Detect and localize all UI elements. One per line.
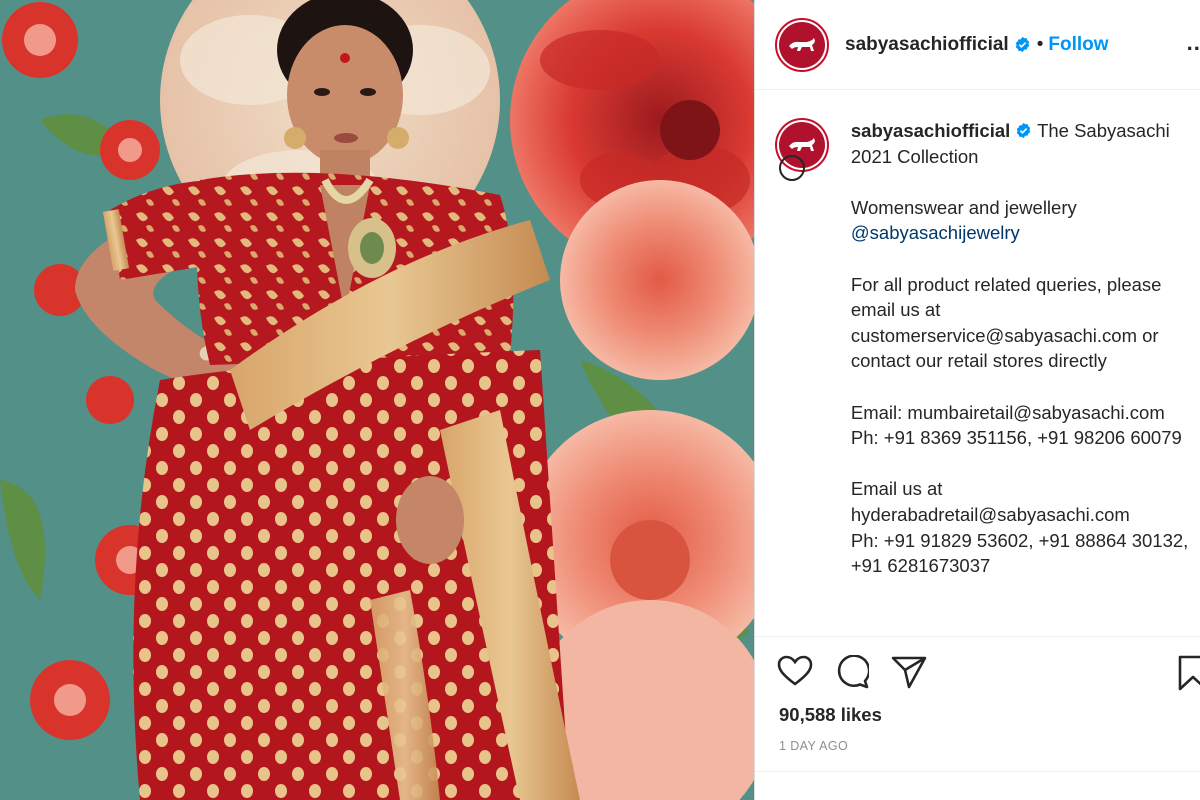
post-side-panel: sabyasachiofficial • Follow ... sabyasac… — [754, 0, 1200, 800]
post-header: sabyasachiofficial • Follow ... — [755, 0, 1200, 90]
avatar-logo-bg — [779, 21, 825, 68]
more-options-button[interactable]: ... — [1187, 30, 1200, 56]
instagram-post: sabyasachiofficial • Follow ... sabyasac… — [0, 0, 1200, 800]
follow-button[interactable]: Follow — [1048, 34, 1108, 56]
share-icon[interactable] — [891, 655, 927, 689]
verified-badge-icon — [1017, 122, 1031, 139]
caption-queries-paragraph: For all product related queries, please … — [850, 273, 1167, 372]
tiger-logo-icon — [788, 138, 815, 151]
post-image[interactable] — [0, 0, 754, 800]
caption-text: sabyasachiofficial The Sabyasachi 2021 C… — [851, 118, 1190, 579]
tiger-logo-icon — [789, 37, 815, 51]
caption-hyderabad-contact: Email us at hyderabadretail@sabyasachi.c… — [850, 478, 1189, 577]
likes-count[interactable]: 90,588 likes — [779, 704, 882, 726]
action-icons — [777, 655, 927, 689]
emoji-icon[interactable] — [779, 155, 805, 181]
verified-badge-icon — [1015, 36, 1029, 53]
profile-avatar[interactable] — [775, 17, 829, 72]
caption-mention-link[interactable]: @sabyasachijewelry — [851, 222, 1020, 243]
caption-username[interactable]: sabyasachiofficial — [851, 120, 1010, 141]
heart-icon[interactable] — [777, 655, 813, 687]
post-photo-illustration — [0, 0, 754, 800]
post-caption: sabyasachiofficial The Sabyasachi 2021 C… — [775, 118, 1190, 579]
caption-wear-line: Womenswear and jewellery — [850, 196, 1077, 218]
header-username[interactable]: sabyasachiofficial — [845, 34, 1009, 56]
caption-mumbai-contact: Email: mumbairetail@sabyasachi.com Ph: +… — [850, 401, 1182, 449]
post-actions-section: 90,588 likes 1 DAY AGO — [755, 636, 1200, 800]
post-timestamp[interactable]: 1 DAY AGO — [779, 739, 848, 753]
comment-icon[interactable] — [835, 655, 869, 689]
bookmark-icon[interactable] — [1178, 655, 1200, 691]
comment-bar — [755, 771, 1200, 772]
header-separator: • — [1036, 33, 1044, 55]
